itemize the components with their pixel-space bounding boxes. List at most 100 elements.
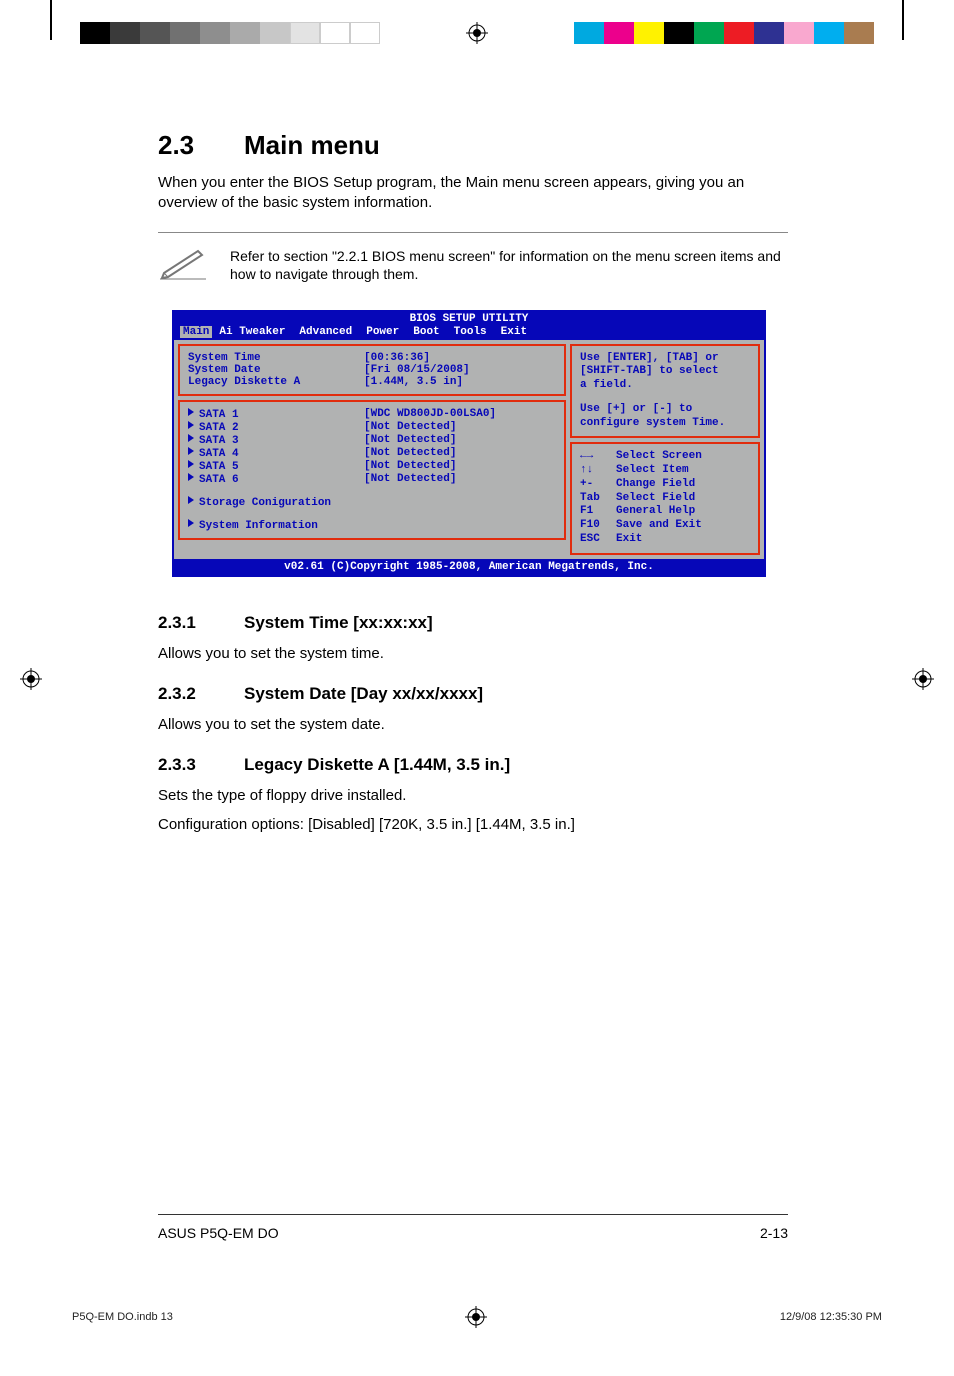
- nav-key: F1: [580, 505, 616, 519]
- bios-row[interactable]: System Date[Fri 08/15/2008]: [188, 364, 556, 376]
- bios-row[interactable]: Storage Coniguration: [188, 496, 556, 509]
- page-content: 2.3Main menu When you enter the BIOS Set…: [158, 130, 788, 843]
- bios-screenshot: BIOS SETUP UTILITY Main Ai Tweaker Advan…: [172, 310, 766, 577]
- note-pencil-icon: [158, 243, 210, 286]
- prepress-footer: P5Q-EM DO.indb 13 12/9/08 12:35:30 PM: [72, 1306, 882, 1328]
- footer-left: ASUS P5Q-EM DO: [158, 1225, 279, 1241]
- subsection-heading: 2.3.1System Time [xx:xx:xx]: [158, 613, 788, 633]
- subsection-number: 2.3.2: [158, 684, 244, 704]
- bios-tab-main[interactable]: Main: [180, 326, 212, 338]
- nav-key: ESC: [580, 533, 616, 547]
- bios-tab-tools[interactable]: Tools: [447, 326, 494, 338]
- bios-row[interactable]: SATA 6 [Not Detected]: [188, 473, 556, 486]
- subsection-number: 2.3.3: [158, 755, 244, 775]
- subsection-number: 2.3.1: [158, 613, 244, 633]
- bios-label: System Date: [188, 364, 364, 376]
- bios-row[interactable]: SATA 4 [Not Detected]: [188, 447, 556, 460]
- note-block: Refer to section "2.2.1 BIOS menu screen…: [158, 232, 788, 286]
- bios-title: BIOS SETUP UTILITY: [174, 312, 764, 326]
- bios-value: [WDC WD800JD-00LSA0]: [364, 408, 556, 421]
- bios-tab-aitweaker[interactable]: Ai Tweaker: [212, 326, 292, 338]
- bios-value: [1.44M, 3.5 in]: [364, 376, 556, 388]
- bios-footer: v02.61 (C)Copyright 1985-2008, American …: [174, 559, 764, 575]
- bios-value: [Not Detected]: [364, 460, 556, 473]
- triangle-right-icon: [188, 434, 194, 442]
- triangle-right-icon: [188, 447, 194, 455]
- bios-tab-advanced[interactable]: Advanced: [292, 326, 359, 338]
- subsection-body: Allows you to set the system time.: [158, 643, 788, 664]
- nav-desc: General Help: [616, 505, 695, 519]
- section-title-text: Main menu: [244, 130, 380, 160]
- bios-label: System Time: [188, 352, 364, 364]
- nav-key: F10: [580, 519, 616, 533]
- bios-row[interactable]: System Information: [188, 519, 556, 532]
- bios-label: SATA 3: [199, 435, 239, 447]
- bios-row[interactable]: SATA 1 [WDC WD800JD-00LSA0]: [188, 408, 556, 421]
- subsection-heading: 2.3.3Legacy Diskette A [1.44M, 3.5 in.]: [158, 755, 788, 775]
- nav-desc: Select Field: [616, 492, 695, 506]
- triangle-right-icon: [188, 519, 194, 527]
- nav-desc: Save and Exit: [616, 519, 702, 533]
- gray-swatches: [80, 22, 380, 44]
- subsection-title: System Time [xx:xx:xx]: [244, 613, 433, 632]
- bios-value: [Fri 08/15/2008]: [364, 364, 556, 376]
- help-line: configure system Time.: [580, 417, 750, 431]
- bios-label: SATA 5: [199, 461, 239, 473]
- bios-menubar: Main Ai Tweaker Advanced Power Boot Tool…: [174, 326, 764, 340]
- bios-row[interactable]: SATA 2 [Not Detected]: [188, 421, 556, 434]
- page-footer: ASUS P5Q-EM DO 2-13: [158, 1214, 788, 1241]
- bios-value: [Not Detected]: [364, 473, 556, 486]
- registration-mark-icon: [20, 668, 42, 690]
- help-line: Use [+] or [-] to: [580, 403, 750, 417]
- nav-key: Tab: [580, 492, 616, 506]
- bios-tab-boot[interactable]: Boot: [406, 326, 446, 338]
- bios-help-panel: Use [ENTER], [TAB] or [SHIFT-TAB] to sel…: [570, 344, 760, 439]
- bios-row[interactable]: SATA 3[Not Detected]: [188, 434, 556, 447]
- color-swatches: [574, 22, 874, 44]
- nav-desc: Exit: [616, 533, 642, 547]
- bios-row[interactable]: Legacy Diskette A[1.44M, 3.5 in]: [188, 376, 556, 388]
- note-text: Refer to section "2.2.1 BIOS menu screen…: [230, 243, 788, 286]
- bios-nav-help: ←→Select Screen ↑↓Select Item +-Change F…: [570, 442, 760, 554]
- bios-label: SATA 4: [199, 448, 239, 460]
- bios-label: SATA 2: [199, 422, 239, 434]
- bios-row[interactable]: SATA 5 [Not Detected]: [188, 460, 556, 473]
- bios-label: System Information: [199, 520, 318, 532]
- triangle-right-icon: [188, 496, 194, 504]
- nav-desc: Select Item: [616, 464, 689, 478]
- subsection-title: Legacy Diskette A [1.44M, 3.5 in.]: [244, 755, 510, 774]
- bios-value: [00:36:36]: [364, 352, 556, 364]
- prepress-date: 12/9/08 12:35:30 PM: [780, 1311, 882, 1323]
- registration-mark-icon: [466, 22, 488, 44]
- help-line: [SHIFT-TAB] to select: [580, 365, 750, 379]
- nav-key: ←→: [580, 450, 616, 464]
- subsection-heading: 2.3.2System Date [Day xx/xx/xxxx]: [158, 684, 788, 704]
- bios-label: Storage Coniguration: [199, 497, 331, 509]
- section-heading: 2.3Main menu: [158, 130, 788, 161]
- bios-value: [Not Detected]: [364, 447, 556, 460]
- registration-mark-icon: [912, 668, 934, 690]
- nav-key: +-: [580, 478, 616, 492]
- triangle-right-icon: [188, 408, 194, 416]
- help-line: Use [ENTER], [TAB] or: [580, 352, 750, 366]
- bios-tab-exit[interactable]: Exit: [494, 326, 534, 338]
- bios-label: Legacy Diskette A: [188, 376, 364, 388]
- section-intro: When you enter the BIOS Setup program, t…: [158, 173, 788, 214]
- subsection-body: Sets the type of floppy drive installed.: [158, 785, 788, 806]
- footer-right: 2-13: [760, 1225, 788, 1241]
- prepress-filename: P5Q-EM DO.indb 13: [72, 1311, 173, 1323]
- bios-row[interactable]: System Time[00:36:36]: [188, 352, 556, 364]
- subsection-body: Configuration options: [Disabled] [720K,…: [158, 814, 788, 835]
- subsection-body: Allows you to set the system date.: [158, 714, 788, 735]
- bios-tab-power[interactable]: Power: [359, 326, 406, 338]
- triangle-right-icon: [188, 473, 194, 481]
- bios-label: SATA 6: [199, 474, 239, 486]
- subsection-title: System Date [Day xx/xx/xxxx]: [244, 684, 483, 703]
- triangle-right-icon: [188, 460, 194, 468]
- help-line: a field.: [580, 379, 750, 393]
- nav-key: ↑↓: [580, 464, 616, 478]
- bios-label: SATA 1: [199, 409, 239, 421]
- bios-settings-panel: System Time[00:36:36] System Date[Fri 08…: [178, 344, 566, 396]
- section-number: 2.3: [158, 130, 244, 161]
- bios-value: [Not Detected]: [364, 421, 556, 434]
